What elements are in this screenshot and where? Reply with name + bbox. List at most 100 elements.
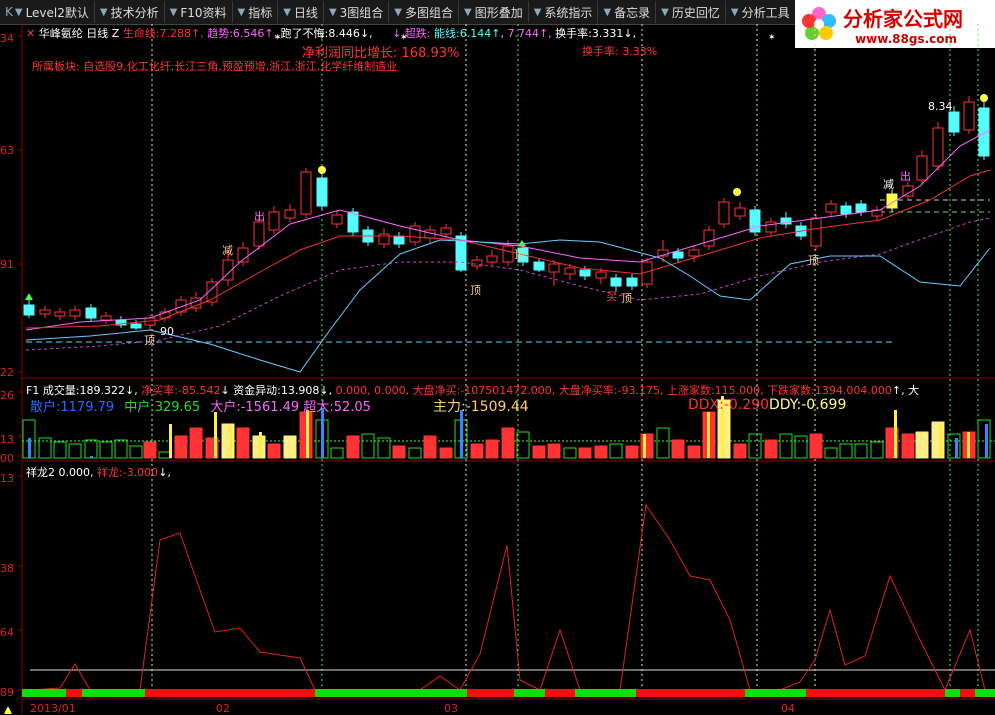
- candle-body: [840, 205, 852, 215]
- candle-body: [486, 255, 498, 263]
- candle-body: [331, 214, 343, 225]
- vol-yaxis-label: 00: [0, 452, 14, 465]
- trend-value: 6.546: [232, 27, 265, 40]
- period-marker: Z: [111, 27, 120, 40]
- xianglong-value2: -3.000: [122, 466, 159, 479]
- volume-bar: [99, 441, 113, 459]
- large-label: 大户:: [210, 400, 241, 415]
- low-price-tag: 90: [160, 325, 174, 338]
- main-yaxis-label: 22: [0, 366, 14, 379]
- volume-bar: [221, 423, 235, 459]
- candle-body: [765, 221, 777, 233]
- close-icon[interactable]: ✕: [26, 27, 35, 40]
- date-cursor-icon: [4, 706, 12, 714]
- volume-bar: [824, 447, 838, 459]
- superlarge-value: 52.05: [333, 400, 371, 415]
- candle-body: [69, 309, 81, 317]
- candle-body: [23, 304, 35, 316]
- volume-stick: [90, 456, 93, 458]
- bignetrate-value: -93.175,: [617, 384, 664, 397]
- volume-bar: [656, 427, 670, 459]
- xianglong-info-line: 祥龙2 0.000, 祥龙:-3.000↓,: [26, 466, 171, 479]
- status-segment: [545, 689, 575, 697]
- retail-value: 1179.79: [60, 400, 115, 415]
- xianglong-title: 祥龙2: [26, 466, 55, 479]
- volume-bar: [687, 445, 701, 459]
- annotation-ding: 顶: [470, 284, 481, 297]
- trend-label: 趋势:: [207, 27, 233, 40]
- annotation-ding: 顶: [144, 334, 155, 347]
- volume-bar: [501, 427, 515, 459]
- status-segment: [975, 689, 995, 697]
- xianglong-line: [29, 503, 986, 692]
- main-info-line: ✕ 华峰氨纶 日线 Z 生命线:7.288↑, 趋势:6.546↑, 跑了不悔:…: [26, 27, 637, 40]
- volume-stick: [28, 438, 31, 458]
- turnover-value: 3.331: [591, 27, 624, 40]
- status-segment: [315, 689, 467, 697]
- annotation-mai: 买: [606, 290, 617, 303]
- sector-line: 所属板块: 自选股9,化工化纤,长江三角,预盈预增,浙江,浙江,化学纤维制造业: [32, 58, 397, 74]
- energy-label: 能线:: [434, 27, 460, 40]
- volume-bar: [625, 445, 639, 459]
- candle-body: [533, 261, 545, 271]
- stock-name: 华峰氨纶: [38, 27, 83, 40]
- candle-body: [963, 101, 975, 131]
- volume-bar: [764, 439, 778, 459]
- candle-body: [916, 155, 928, 181]
- energy-value-1: 6.144: [459, 27, 492, 40]
- main-yaxis-label: 91: [0, 258, 14, 271]
- volume-bar: [189, 427, 203, 459]
- status-segment: [945, 689, 960, 697]
- status-segment: [22, 689, 66, 697]
- volume-stick: [967, 432, 970, 458]
- annotation-jian: 减: [883, 178, 894, 191]
- annotation-jian: 减: [222, 244, 233, 257]
- candle-body: [39, 309, 51, 315]
- candle-body: [100, 315, 112, 321]
- main-force-label: 主力:: [433, 399, 466, 415]
- big-tail: 大: [908, 384, 920, 397]
- run-value: 8.446: [328, 27, 360, 40]
- volume-stick: [306, 410, 309, 458]
- xianglong-label2: 祥龙:: [97, 466, 123, 479]
- candle-body: [54, 311, 66, 317]
- volume-bar: [129, 445, 143, 459]
- candle-body: [703, 229, 715, 247]
- volume-bar: [53, 441, 67, 459]
- candle-body: [253, 221, 265, 247]
- candle-body: [502, 245, 514, 263]
- volume-bar: [915, 431, 929, 459]
- turnover2-line: 换手率: 3.33%: [582, 43, 657, 59]
- volume-bar: [609, 443, 623, 459]
- candle-body: [393, 235, 405, 245]
- status-segment: [575, 689, 636, 697]
- chart-surface: 减出出减买8.3490顶顶顶顶顶✶ ✶ ✶: [4, 24, 995, 714]
- annotation-ding: 顶: [621, 292, 632, 305]
- down-arrow-icon: [518, 240, 526, 246]
- volume-bar: [392, 445, 406, 459]
- status-segment: [145, 689, 315, 697]
- status-segment: [745, 689, 806, 697]
- volume-bar: [839, 443, 853, 459]
- main-yaxis-label: 63: [0, 144, 14, 157]
- volume-bar: [485, 439, 499, 459]
- volume-bar: [330, 447, 344, 459]
- large-value: -1561.49: [240, 400, 300, 415]
- status-segment: [467, 689, 514, 697]
- volume-bar: [779, 433, 793, 459]
- volume-bar: [283, 435, 297, 459]
- volume-bar: [733, 443, 747, 459]
- candle-body: [932, 127, 944, 167]
- annotation-chu: 出: [900, 169, 911, 183]
- candle-body: [316, 177, 328, 207]
- volume-stick: [955, 438, 958, 458]
- run-label: 跑了不悔:: [280, 27, 329, 40]
- candle-body: [347, 211, 359, 233]
- star-icon: ✶: [768, 33, 776, 43]
- volume-bar: [854, 443, 868, 459]
- candle-body: [284, 209, 296, 219]
- date-label: 02: [216, 702, 230, 715]
- ddx-label: DDX:: [688, 397, 724, 413]
- xl-yaxis-label: 13: [0, 472, 14, 485]
- candle-body: [548, 263, 560, 273]
